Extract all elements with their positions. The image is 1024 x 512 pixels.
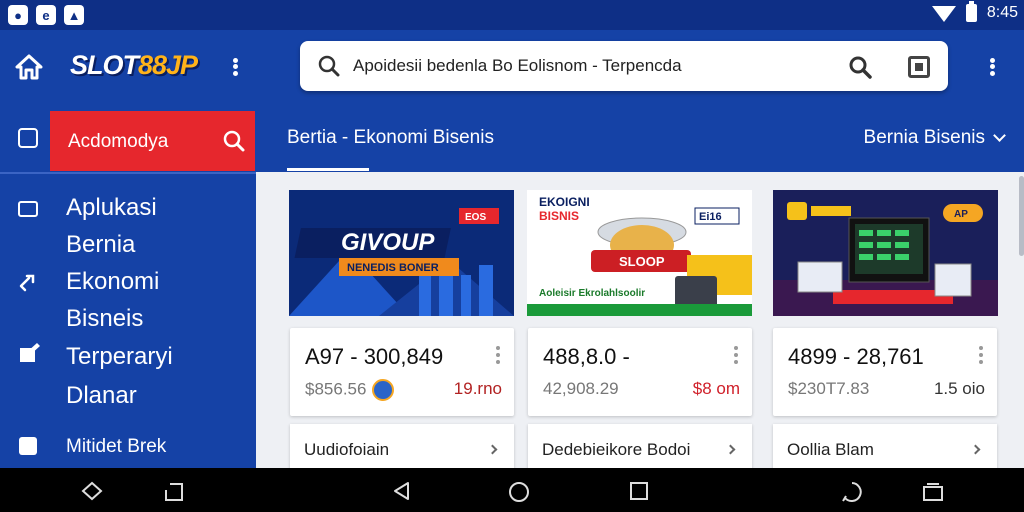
card-subvalue: 42,908.29 — [543, 379, 619, 398]
tablet-icon — [18, 201, 38, 217]
windows-icon[interactable] — [922, 482, 944, 502]
battery-icon — [965, 1, 977, 22]
main-content: Bertia - Ekonomi Bisenis Bernia Bisenis … — [256, 106, 1024, 468]
search-icon[interactable] — [222, 129, 246, 153]
search-submit-icon[interactable] — [847, 54, 873, 80]
list-item-label: Dedebieikore Bodoi — [542, 440, 691, 459]
thumb-badge: EOS — [465, 212, 486, 223]
home-icon[interactable] — [14, 52, 44, 82]
status-system: 8:45 — [931, 1, 1018, 22]
list-item-label: Oollia Blam — [787, 440, 874, 459]
card-subvalue: $856.56 — [305, 379, 395, 401]
article-thumbnail[interactable]: AP — [773, 190, 998, 316]
search-bar[interactable]: Apoidesii bedenla Bo Eolisnom - Terpencd… — [300, 41, 948, 91]
tab-indicator — [287, 168, 369, 171]
list-item[interactable]: Dedebieikore Bodoi — [528, 424, 752, 468]
app-logo[interactable]: SLOT88JP — [70, 50, 198, 81]
card-price: 488,8.0 - — [543, 344, 630, 369]
thumb-footer: Aoleisir Ekrolahlsoolir — [539, 288, 645, 299]
home-nav-icon[interactable] — [509, 482, 529, 502]
logo-text-part2: 88JP — [138, 50, 198, 80]
edit-icon — [20, 343, 40, 362]
back-alt-icon[interactable] — [80, 481, 104, 501]
chevron-down-icon — [993, 129, 1006, 142]
sidebar-toggle-icon[interactable] — [18, 128, 38, 148]
article-thumbnail[interactable]: GIVOUP NENEDIS BONER EOS — [289, 190, 514, 316]
sidebar-item-line[interactable]: Aplukasi — [66, 194, 157, 222]
bag-icon — [19, 437, 37, 455]
coin-icon — [372, 379, 395, 401]
app-bar: SLOT88JP Apoidesii bedenla Bo Eolisnom -… — [0, 30, 1024, 106]
more-options-icon[interactable] — [734, 346, 738, 364]
category-dropdown[interactable]: Bernia Bisenis — [863, 127, 1006, 149]
sidebar-item-line[interactable]: Ekonomi — [66, 268, 159, 296]
back-icon[interactable] — [392, 481, 412, 501]
status-time: 8:45 — [986, 4, 1018, 21]
stock-card[interactable]: 488,8.0 - 42,908.29 $8 om — [528, 328, 752, 416]
list-item-label: Uudiofoiain — [304, 440, 390, 459]
scrollbar[interactable] — [1019, 176, 1024, 256]
recents-icon[interactable] — [630, 482, 648, 500]
sidebar-item-dlanar[interactable]: Dlanar — [66, 382, 137, 410]
tab-bar: Bertia - Ekonomi Bisenis Bernia Bisenis — [256, 106, 1024, 172]
thumb-badge: AP — [954, 209, 968, 220]
scan-icon[interactable] — [908, 56, 930, 78]
wifi-icon — [931, 6, 956, 22]
chevron-right-icon — [725, 444, 736, 455]
thumb-title: BISNIS — [539, 209, 579, 223]
stock-card[interactable]: 4899 - 28,761 $230T7.83 1.5 oio — [773, 328, 997, 416]
thumb-banner: NENEDIS BONER — [347, 262, 439, 274]
card-change: $8 om — [692, 379, 740, 398]
sidebar-header[interactable]: Acdomodya — [50, 111, 255, 171]
app-menu-icon[interactable] — [225, 52, 245, 82]
image-icon: ▲ — [64, 5, 84, 25]
sidebar: Acdomodya Aplukasi Bernia Ekonomi Bisnei… — [0, 106, 256, 468]
sidebar-item-line[interactable]: Bisneis — [66, 305, 143, 333]
chevron-right-icon — [970, 444, 981, 455]
chevron-right-icon — [487, 444, 498, 455]
overflow-menu-icon[interactable] — [982, 52, 1002, 82]
card-price: 4899 - 28,761 — [788, 344, 924, 369]
sidebar-header-label: Acdomodya — [68, 131, 169, 152]
app-icon: e — [36, 5, 56, 25]
category-dropdown-label: Bernia Bisenis — [863, 127, 985, 148]
stock-card[interactable]: A97 - 300,849 $856.56 19.rno — [290, 328, 514, 416]
logo-text-part1: SLOT — [70, 50, 139, 80]
card-price: A97 - 300,849 — [305, 344, 444, 369]
thumb-title: EKOIGNI — [539, 195, 590, 209]
link-icon — [19, 274, 35, 292]
search-icon — [318, 55, 340, 77]
article-thumbnail[interactable]: EKOIGNI BISNIS SLOOP Ei16 Aoleisir Ekrol… — [527, 190, 752, 316]
thumb-badge: Ei16 — [699, 211, 722, 223]
sidebar-item-terperaryi[interactable]: Terperaryi — [66, 343, 173, 371]
sidebar-divider — [0, 172, 256, 174]
notification-icon: ● — [8, 5, 28, 25]
assistant-icon[interactable] — [841, 481, 863, 503]
status-bar: ● e ▲ 8:45 — [0, 0, 1024, 30]
status-notifications: ● e ▲ — [8, 5, 84, 25]
card-change: 1.5 oio — [933, 379, 985, 398]
card-subvalue: $230T7.83 — [788, 379, 870, 398]
tab-ekonomi-bisenis[interactable]: Bertia - Ekonomi Bisenis — [287, 127, 494, 149]
sidebar-item-line[interactable]: Bernia — [66, 231, 135, 259]
more-options-icon[interactable] — [979, 346, 983, 364]
search-input[interactable]: Apoidesii bedenla Bo Eolisnom - Terpencd… — [353, 56, 682, 76]
card-change: 19.rno — [453, 379, 502, 398]
list-item[interactable]: Uudiofoiain — [290, 424, 514, 468]
list-item[interactable]: Oollia Blam — [773, 424, 997, 468]
thumb-headline: GIVOUP — [341, 229, 435, 256]
thumb-ribbon: SLOOP — [619, 254, 665, 269]
system-nav-bar — [0, 468, 1024, 512]
recents-alt-icon[interactable] — [164, 482, 184, 502]
sidebar-item-mitidet-brek[interactable]: Mitidet Brek — [66, 436, 166, 458]
more-options-icon[interactable] — [496, 346, 500, 364]
